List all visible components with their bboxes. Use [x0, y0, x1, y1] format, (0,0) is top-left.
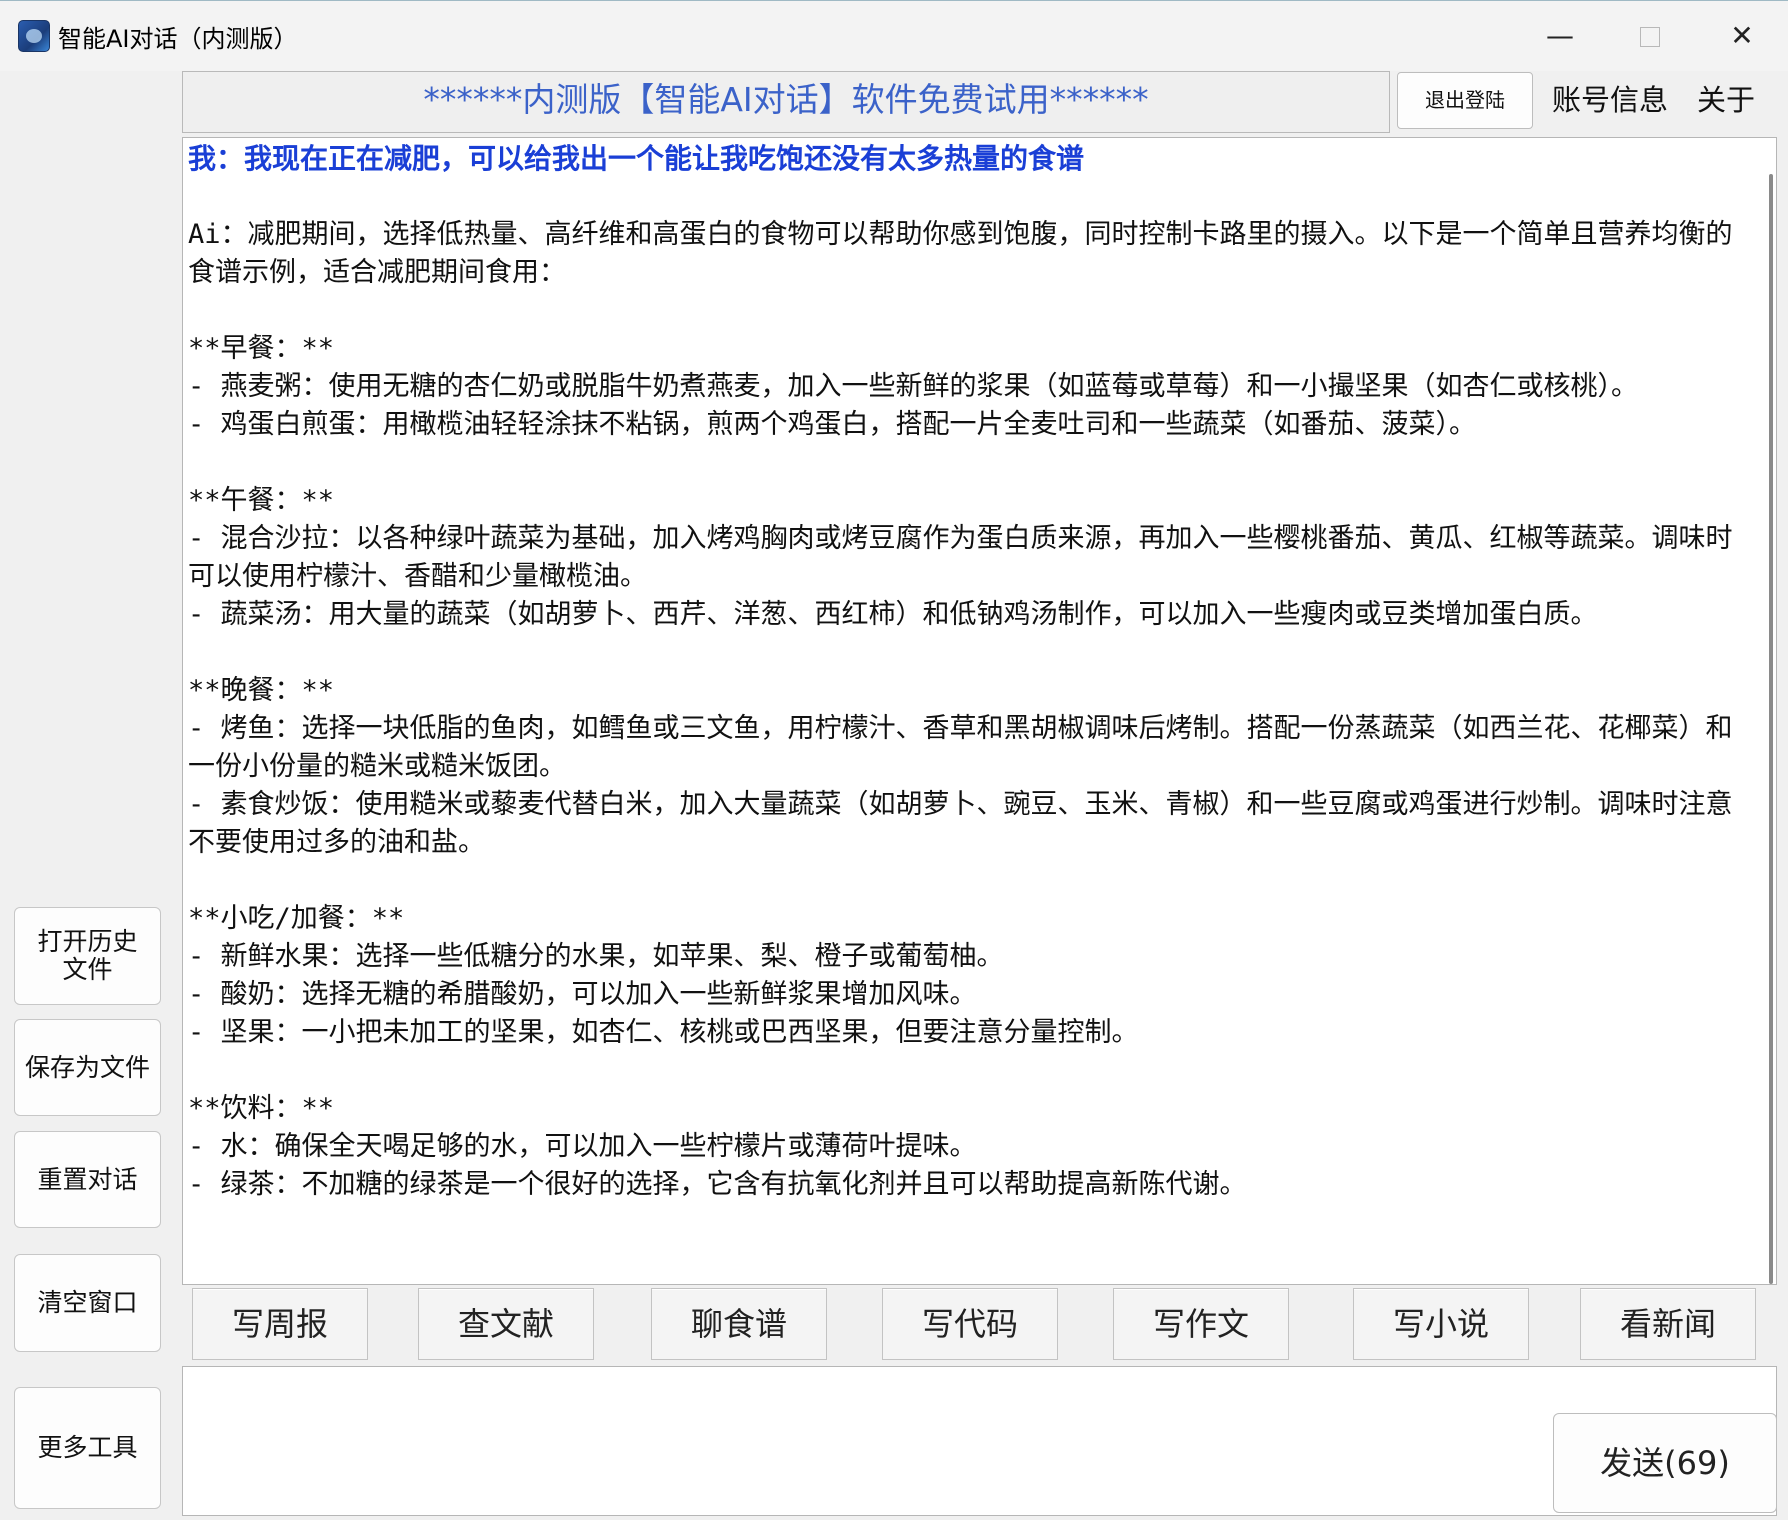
chat-scrollbar[interactable] — [1769, 174, 1773, 1284]
account-info-link[interactable]: 账号信息 — [1552, 77, 1668, 119]
ai-message: Ai：减肥期间，选择低热量、高纤维和高蛋白的食物可以帮助你感到饱腹，同时控制卡路… — [188, 219, 1733, 1200]
about-link[interactable]: 关于 — [1697, 77, 1755, 119]
quick-recipe-button[interactable]: 聊食谱 — [651, 1288, 827, 1360]
minimize-button[interactable]: — — [1515, 1, 1605, 71]
quick-essay-button[interactable]: 写作文 — [1113, 1288, 1289, 1360]
more-tools-button[interactable]: 更多工具 — [14, 1387, 161, 1509]
maximize-icon — [1640, 27, 1660, 47]
window-title: 智能AI对话（内测版） — [58, 25, 298, 53]
quick-code-button[interactable]: 写代码 — [882, 1288, 1058, 1360]
quick-weekly-report-button[interactable]: 写周报 — [192, 1288, 368, 1360]
chat-transcript[interactable]: 我：我现在正在减肥，可以给我出一个能让我吃饱还没有太多热量的食谱 Ai：减肥期间… — [182, 137, 1777, 1285]
open-history-label-line2: 文件 — [62, 955, 113, 984]
header-banner: ******内测版【智能AI对话】软件免费试用****** — [182, 71, 1390, 133]
quick-literature-button[interactable]: 查文献 — [418, 1288, 594, 1360]
quick-news-button[interactable]: 看新闻 — [1580, 1288, 1756, 1360]
maximize-button[interactable] — [1605, 1, 1695, 71]
title-bar: 智能AI对话（内测版） — ✕ — [0, 1, 1788, 71]
user-message: 我：我现在正在减肥，可以给我出一个能让我吃饱还没有太多热量的食谱 — [188, 142, 1085, 175]
reset-chat-button[interactable]: 重置对话 — [14, 1131, 161, 1228]
send-button[interactable]: 发送(69) — [1553, 1413, 1777, 1513]
open-history-label-line1: 打开历史 — [37, 927, 138, 956]
app-window: 智能AI对话（内测版） — ✕ ******内测版【智能AI对话】软件免费试用*… — [0, 0, 1788, 1520]
app-logo-icon — [18, 20, 50, 52]
chat-content: 我：我现在正在减肥，可以给我出一个能让我吃饱还没有太多热量的食谱 Ai：减肥期间… — [188, 138, 1738, 1204]
save-file-button[interactable]: 保存为文件 — [14, 1019, 161, 1116]
open-history-button[interactable]: 打开历史 文件 — [14, 907, 161, 1005]
close-button[interactable]: ✕ — [1697, 1, 1787, 71]
logout-button[interactable]: 退出登陆 — [1397, 72, 1533, 129]
clear-window-button[interactable]: 清空窗口 — [14, 1254, 161, 1352]
quick-novel-button[interactable]: 写小说 — [1353, 1288, 1529, 1360]
message-input[interactable] — [182, 1366, 1777, 1516]
